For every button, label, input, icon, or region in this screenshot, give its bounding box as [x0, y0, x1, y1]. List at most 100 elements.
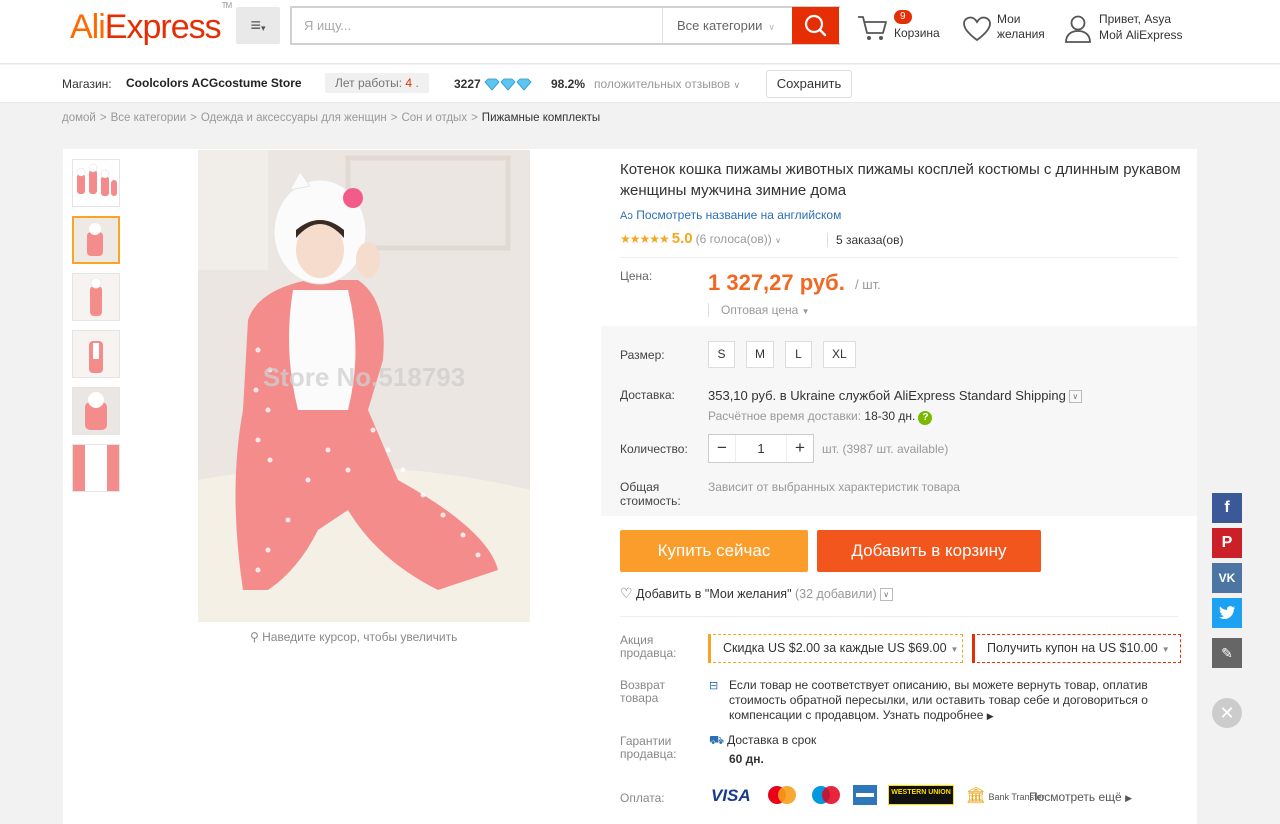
- learn-more-link[interactable]: ▶: [987, 711, 994, 721]
- search-input[interactable]: [292, 8, 660, 43]
- wishlist-label-line1: Мои: [997, 12, 1021, 26]
- search-icon: [804, 14, 827, 37]
- vk-icon[interactable]: VK: [1212, 563, 1242, 593]
- return-policy-text: Если товар не соответствует описанию, вы…: [709, 678, 1159, 724]
- search-category-select[interactable]: Все категории ∨: [662, 8, 792, 43]
- guarantee-text: Доставка в срок: [727, 733, 817, 747]
- facebook-icon[interactable]: f: [1212, 493, 1242, 523]
- help-icon[interactable]: ?: [918, 411, 933, 425]
- rating-votes-dropdown[interactable]: (6 голоса(ов)) ∨: [696, 232, 781, 246]
- divider: [620, 257, 1178, 258]
- zoom-icon: ⚲: [250, 630, 259, 644]
- store-years-value: 4: [405, 76, 413, 90]
- account-greeting: Привет, Asya: [1099, 12, 1172, 26]
- account-link[interactable]: Привет, Asya Мой AliExpress: [1064, 11, 1204, 47]
- rating-value: 5.0: [671, 230, 693, 247]
- chevron-down-icon: ∨: [775, 236, 781, 245]
- quantity-label: Количество:: [620, 442, 688, 456]
- aliexpress-logo[interactable]: AliExpressTM: [70, 1, 232, 47]
- more-payment-label: Посмотреть ещё: [1029, 790, 1122, 804]
- more-payment-link[interactable]: Посмотреть ещё ▶: [1029, 790, 1132, 804]
- wholesale-label: Оптовая цена: [721, 303, 799, 317]
- chevron-right-icon: ▶: [1125, 793, 1132, 803]
- return-icon: ⊟: [709, 680, 719, 692]
- quantity-increase-button[interactable]: +: [787, 435, 813, 462]
- chevron-down-icon: ∨: [768, 22, 776, 32]
- twitter-icon[interactable]: [1212, 598, 1242, 628]
- wishlist-label-line2: желания: [997, 27, 1045, 41]
- bank-transfer-icon: 🏛 Bank Transfer: [965, 787, 1045, 805]
- store-name-link[interactable]: Coolcolors ACGcostume Store: [126, 76, 302, 90]
- product-photo: Store No.518793: [198, 150, 530, 622]
- quantity-stepper: − 1 +: [708, 434, 814, 463]
- delivery-info: 353,10 руб. в Ukraine службой AliExpress…: [708, 388, 1082, 404]
- search-button[interactable]: [792, 7, 839, 44]
- discount-promo-text: Скидка US $2.00 за каждые US $69.00: [723, 641, 947, 655]
- delivery-text: 353,10 руб. в Ukraine службой AliExpress…: [708, 388, 1066, 403]
- thumbnail-1[interactable]: [72, 159, 120, 207]
- pinterest-icon[interactable]: P: [1212, 528, 1242, 558]
- mastercard-icon: [766, 785, 798, 808]
- coupon-promo[interactable]: Получить купон на US $10.00 ▼: [972, 634, 1181, 663]
- quantity-input[interactable]: 1: [735, 435, 787, 462]
- size-options: S M L XL: [708, 341, 867, 368]
- breadcrumb-current: Пижамные комплекты: [481, 112, 601, 124]
- thumbnail-4[interactable]: [72, 330, 120, 378]
- thumbnail-5[interactable]: [72, 387, 120, 435]
- total-label: Общая стоимость:: [620, 480, 681, 508]
- size-option-s[interactable]: S: [708, 341, 735, 368]
- product-title: Котенок кошка пижамы животных пижамы кос…: [620, 161, 1181, 199]
- orders-count: 5 заказа(ов): [827, 233, 903, 247]
- breadcrumb-sleep[interactable]: Сон и отдых: [401, 112, 467, 124]
- thumbnail-3[interactable]: [72, 273, 120, 321]
- buy-now-button[interactable]: Купить сейчас: [620, 530, 808, 572]
- breadcrumb: домой > Все категории > Одежда и аксессуары …: [62, 112, 601, 124]
- total-value: Зависит от выбранных характеристик товар…: [708, 480, 960, 494]
- quantity-available: шт. (3987 шт. available): [822, 442, 949, 456]
- wishlist-link[interactable]: Мои желания: [962, 11, 1057, 47]
- store-positive-dropdown[interactable]: положительных отзывов ∨: [594, 77, 740, 91]
- return-policy-body: Если товар не соответствует описанию, вы…: [729, 678, 1148, 722]
- thumbnail-2[interactable]: [72, 216, 120, 264]
- zoom-hint: ⚲ Наведите курсор, чтобы увеличить: [250, 630, 457, 644]
- discount-promo[interactable]: Скидка US $2.00 за каждые US $69.00 ▼: [708, 634, 963, 663]
- add-to-wishlist[interactable]: ♡ Добавить в "Мои желания" (32 добавили)…: [620, 585, 893, 602]
- save-store-button[interactable]: Сохранить: [766, 70, 852, 98]
- caret-down-icon: ▼: [801, 307, 810, 316]
- cart-link[interactable]: 9 Корзина: [856, 9, 951, 49]
- thumbnail-6[interactable]: [72, 444, 120, 492]
- translate-title-link[interactable]: A͏ↄ Посмотреть название на английском: [620, 208, 841, 222]
- product-gallery: Store No.518793 ⚲ Наведите курсор, чтобы…: [63, 149, 601, 824]
- search-bar: Все категории ∨: [290, 6, 840, 45]
- size-option-xl[interactable]: XL: [823, 341, 856, 368]
- price-label: Цена:: [620, 269, 653, 283]
- wholesale-price-dropdown[interactable]: Оптовая цена ▼: [708, 303, 810, 317]
- translate-link-label: Посмотреть название на английском: [636, 208, 842, 222]
- quantity-decrease-button[interactable]: −: [709, 435, 735, 462]
- heart-icon: [963, 16, 991, 42]
- truck-icon: ⛟: [709, 733, 725, 747]
- store-positive-label: положительных отзывов: [594, 77, 731, 91]
- breadcrumb-home[interactable]: домой: [62, 112, 96, 124]
- image-watermark: Store No.518793: [263, 362, 465, 392]
- size-option-l[interactable]: L: [785, 341, 812, 368]
- account-label: Мой AliExpress: [1099, 28, 1183, 42]
- size-option-m[interactable]: M: [746, 341, 774, 368]
- wish-dropdown-icon[interactable]: ∨: [879, 588, 893, 602]
- main-product-image[interactable]: Store No.518793: [198, 150, 530, 622]
- categories-menu-button[interactable]: ≡▾: [236, 7, 280, 44]
- coupon-promo-text: Получить купон на US $10.00: [987, 641, 1158, 655]
- edit-icon[interactable]: ✎: [1212, 638, 1242, 668]
- diamond-rank-icon: [484, 78, 534, 94]
- heart-plus-icon: ♡: [620, 585, 633, 601]
- western-union-text: WESTERN UNION: [892, 789, 952, 796]
- breadcrumb-all-categories[interactable]: Все категории: [111, 112, 187, 124]
- close-icon[interactable]: ✕: [1212, 698, 1242, 728]
- svg-text:VISA: VISA: [711, 786, 751, 805]
- add-to-cart-button[interactable]: Добавить в корзину: [817, 530, 1041, 572]
- breadcrumb-women-clothing[interactable]: Одежда и аксессуары для женщин: [201, 112, 387, 124]
- delivery-dropdown-icon[interactable]: ∨: [1068, 390, 1082, 404]
- size-label: Размер:: [620, 348, 665, 362]
- guarantee-label: Гарантии продавца:: [620, 734, 677, 761]
- western-union-icon: WESTERN UNION: [888, 785, 955, 808]
